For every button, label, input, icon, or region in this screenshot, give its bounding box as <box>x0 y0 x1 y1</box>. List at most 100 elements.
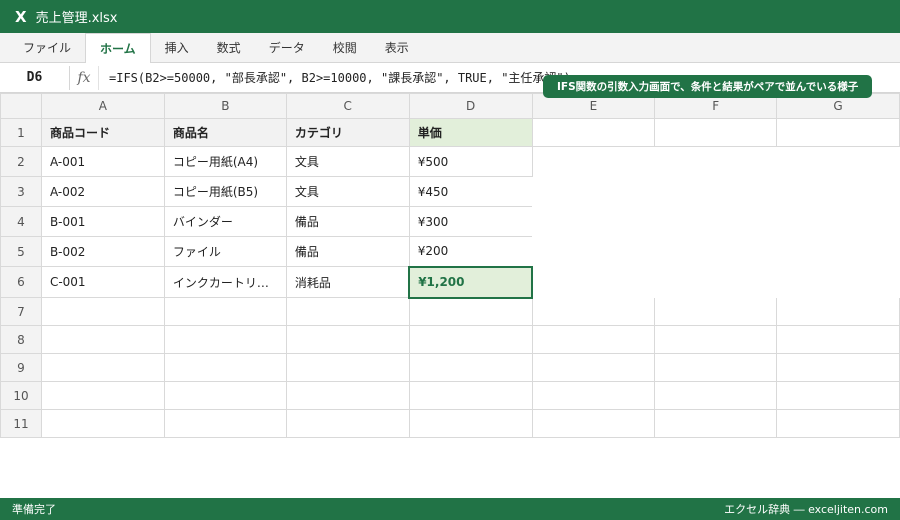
row-header[interactable]: 6 <box>0 266 42 298</box>
cell-e9[interactable] <box>531 353 656 382</box>
cell-a1[interactable]: 商品コード <box>40 118 165 147</box>
tab-data[interactable]: データ <box>255 33 319 62</box>
row-header[interactable]: 8 <box>0 325 42 354</box>
tab-file[interactable]: ファイル <box>9 33 85 62</box>
cell-d6-selected[interactable]: ¥1,200 <box>408 265 534 299</box>
status-bar: 準備完了 エクセル辞典 ― exceljiten.com <box>0 498 900 520</box>
cell-d5[interactable]: ¥200 <box>408 236 533 267</box>
cell-b3[interactable]: コピー用紙(B5) <box>163 176 287 207</box>
cell-e7[interactable] <box>531 297 656 326</box>
cell-g8[interactable] <box>776 325 900 354</box>
cell-f8[interactable] <box>654 325 778 354</box>
column-header[interactable]: A <box>40 93 165 119</box>
table-row: 11 <box>0 409 900 438</box>
row-header[interactable]: 1 <box>0 118 42 147</box>
cell-e10[interactable] <box>531 381 656 410</box>
cell-f9[interactable] <box>654 353 778 382</box>
tab-home[interactable]: ホーム <box>85 33 151 63</box>
annotation-callout: IFS関数の引数入力画面で、条件と結果がペアで並んでいる様子 <box>543 75 873 98</box>
cell-b9[interactable] <box>163 353 287 382</box>
cell-c10[interactable] <box>285 381 410 410</box>
cell-g10[interactable] <box>776 381 900 410</box>
cell-b4[interactable]: バインダー <box>163 206 287 237</box>
cell-c3[interactable]: 文具 <box>285 176 410 207</box>
cell-b7[interactable] <box>163 297 287 326</box>
table-row: 1 商品コード 商品名 カテゴリ 単価 <box>0 118 900 147</box>
row-header[interactable]: 5 <box>0 236 42 267</box>
cell-b1[interactable]: 商品名 <box>163 118 287 147</box>
cell-g7[interactable] <box>776 297 900 326</box>
cell-a11[interactable] <box>40 409 165 438</box>
cell-d11[interactable] <box>408 409 533 438</box>
cell-c4[interactable]: 備品 <box>285 206 410 237</box>
row-header[interactable]: 3 <box>0 176 42 207</box>
tab-review[interactable]: 校閲 <box>319 33 371 62</box>
cell-a5[interactable]: B-002 <box>40 236 165 267</box>
cell-g11[interactable] <box>776 409 900 438</box>
cell-a4[interactable]: B-001 <box>40 206 165 237</box>
name-box[interactable]: D6 <box>0 65 70 90</box>
column-header[interactable]: D <box>408 93 533 119</box>
cell-e1[interactable] <box>531 118 656 147</box>
select-all-corner[interactable] <box>0 93 42 119</box>
cell-d7[interactable] <box>408 297 533 326</box>
cell-c9[interactable] <box>285 353 410 382</box>
site-credit: エクセル辞典 ― exceljiten.com <box>724 503 888 516</box>
cell-f1[interactable] <box>654 118 778 147</box>
cell-f7[interactable] <box>654 297 778 326</box>
tab-view[interactable]: 表示 <box>371 33 423 62</box>
cell-b11[interactable] <box>163 409 287 438</box>
cell-f11[interactable] <box>654 409 778 438</box>
cell-c8[interactable] <box>285 325 410 354</box>
excel-app-icon: X <box>15 7 27 26</box>
row-header[interactable]: 7 <box>0 297 42 326</box>
cell-b2[interactable]: コピー用紙(A4) <box>163 146 287 177</box>
status-ready: 準備完了 <box>12 503 56 516</box>
cell-a2[interactable]: A-001 <box>40 146 165 177</box>
cell-b5[interactable]: ファイル <box>163 236 287 267</box>
cell-d10[interactable] <box>408 381 533 410</box>
cell-e8[interactable] <box>531 325 656 354</box>
cell-a8[interactable] <box>40 325 165 354</box>
spreadsheet-grid: A B C D E F G 1 商品コード 商品名 カテゴリ 単価 2 A-00… <box>0 93 900 438</box>
cell-c2[interactable]: 文具 <box>285 146 410 177</box>
cell-c5[interactable]: 備品 <box>285 236 410 267</box>
tab-insert[interactable]: 挿入 <box>151 33 203 62</box>
cell-d9[interactable] <box>408 353 533 382</box>
table-row: 7 <box>0 297 900 326</box>
column-header[interactable]: C <box>285 93 410 119</box>
cell-c6[interactable]: 消耗品 <box>285 266 410 298</box>
cell-c11[interactable] <box>285 409 410 438</box>
cell-a9[interactable] <box>40 353 165 382</box>
cell-d1[interactable]: 単価 <box>408 118 533 147</box>
cell-g9[interactable] <box>776 353 900 382</box>
blank-region <box>532 147 899 298</box>
cell-c7[interactable] <box>285 297 410 326</box>
row-header[interactable]: 9 <box>0 353 42 382</box>
ribbon-tabs: ファイル ホーム 挿入 数式 データ 校閲 表示 <box>0 33 900 63</box>
file-name: 売上管理.xlsx <box>35 11 118 26</box>
cell-a10[interactable] <box>40 381 165 410</box>
column-header[interactable]: B <box>163 93 287 119</box>
cell-a6[interactable]: C-001 <box>40 266 165 298</box>
row-header[interactable]: 4 <box>0 206 42 237</box>
table-row: 10 <box>0 381 900 410</box>
cell-a7[interactable] <box>40 297 165 326</box>
row-header[interactable]: 2 <box>0 146 42 177</box>
cell-d8[interactable] <box>408 325 533 354</box>
cell-b10[interactable] <box>163 381 287 410</box>
fx-icon[interactable]: fx <box>70 65 99 90</box>
cell-d2[interactable]: ¥500 <box>408 146 533 177</box>
cell-e11[interactable] <box>531 409 656 438</box>
cell-a3[interactable]: A-002 <box>40 176 165 207</box>
cell-d4[interactable]: ¥300 <box>408 206 533 237</box>
row-header[interactable]: 10 <box>0 381 42 410</box>
cell-b6[interactable]: インクカートリ… <box>163 266 287 298</box>
cell-g1[interactable] <box>776 118 900 147</box>
row-header[interactable]: 11 <box>0 409 42 438</box>
cell-b8[interactable] <box>163 325 287 354</box>
cell-d3[interactable]: ¥450 <box>408 176 533 207</box>
cell-f10[interactable] <box>654 381 778 410</box>
cell-c1[interactable]: カテゴリ <box>285 118 410 147</box>
tab-formulas[interactable]: 数式 <box>203 33 255 62</box>
